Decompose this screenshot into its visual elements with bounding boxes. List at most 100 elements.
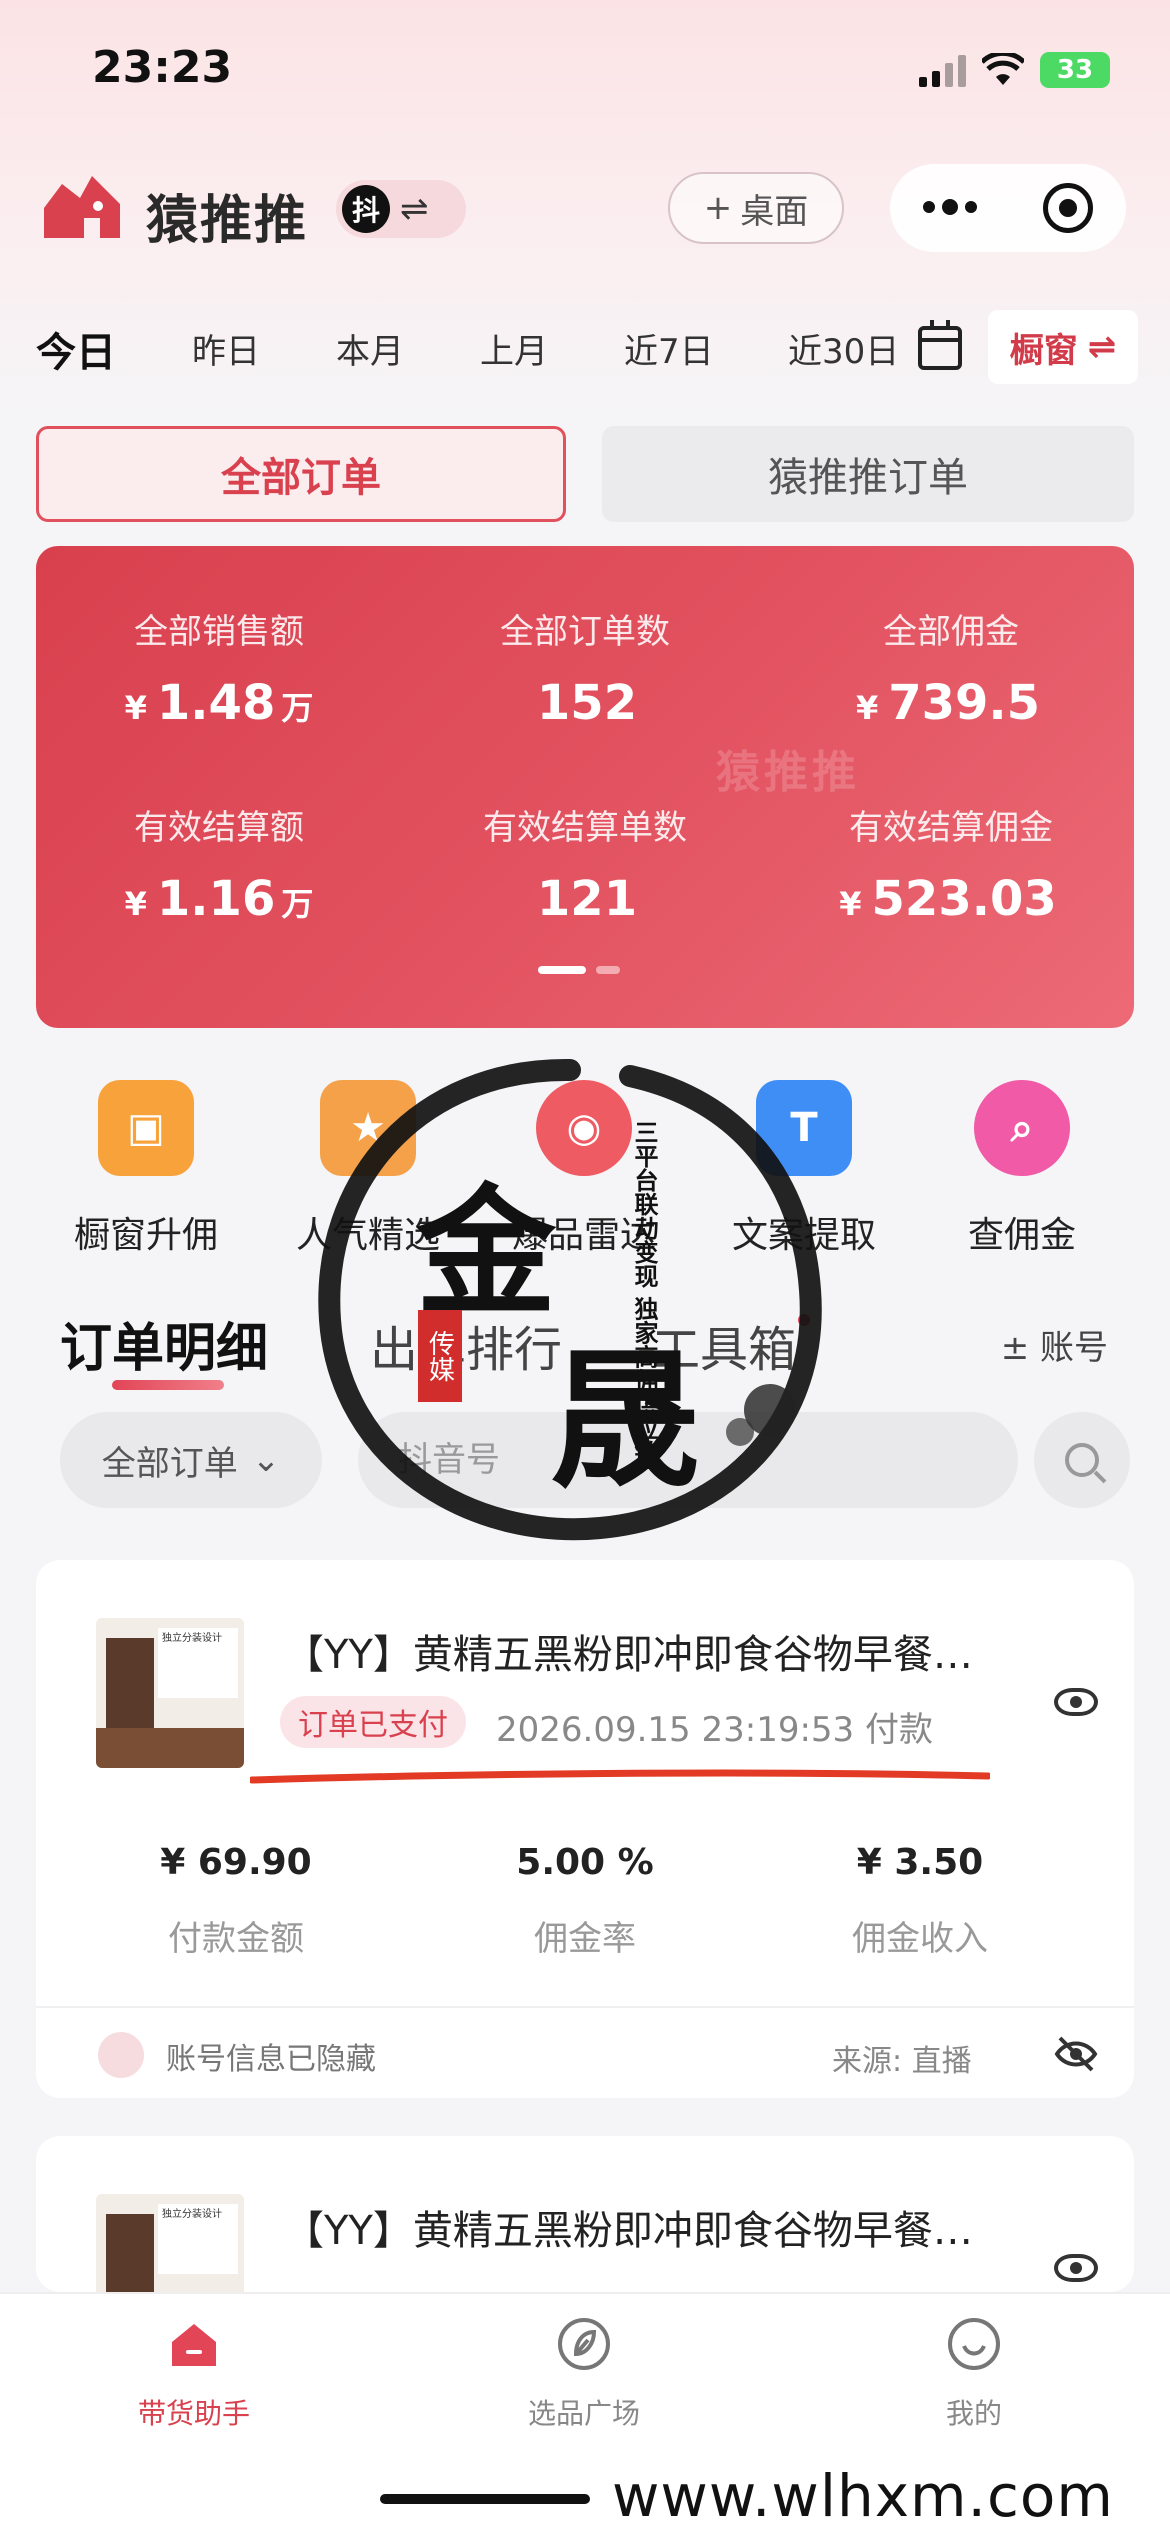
thumbnail-caption: 独立分装设计: [158, 1628, 238, 1698]
eye-off-icon[interactable]: [1054, 2034, 1098, 2074]
date-range-tabs: 今日 昨日 本月 上月 近7日 近30日 橱窗 ⇌: [0, 310, 1170, 390]
metric-commission: ¥ 3.50 佣金收入: [770, 1842, 1070, 1960]
tab-order-detail[interactable]: 订单明细: [60, 1306, 268, 1381]
stat-label: 全部销售额: [134, 612, 304, 652]
tab-today[interactable]: 今日: [36, 320, 116, 378]
battery-indicator: 33: [1040, 52, 1110, 88]
leaf-icon: [558, 2318, 610, 2370]
tab-last-30-days[interactable]: 近30日: [788, 324, 899, 373]
tab-last-month[interactable]: 上月: [480, 324, 548, 373]
tab-order-ranking[interactable]: 出单排行: [370, 1310, 562, 1380]
stat-settled-amount: 有效结算额 ¥1.16 万: [36, 800, 402, 927]
signal-icon: [919, 53, 966, 87]
douyin-id-input[interactable]: [358, 1412, 1018, 1508]
tool-shortcuts: ▣ 橱窗升佣 ★ 人气精选 ◉ 爆品雷达 T 文案提取 ⌕ 查佣金: [0, 1080, 1170, 1280]
metric-value: ¥ 3.50: [856, 1842, 984, 1883]
home-icon: [172, 2324, 216, 2366]
section-tabs: 订单明细 出单排行 工具箱 ± 账号: [0, 1300, 1170, 1400]
showcase-toggle[interactable]: 橱窗 ⇌: [988, 310, 1138, 384]
stat-value: 121: [536, 871, 638, 927]
avatar: [98, 2032, 144, 2078]
calendar-icon[interactable]: [918, 320, 962, 370]
status-badge: 订单已支付: [280, 1696, 466, 1748]
metric-rate: 5.00 % 佣金率: [435, 1842, 735, 1960]
account-hidden-note: 账号信息已隐藏: [166, 2042, 376, 2077]
stat-label: 全部佣金: [883, 612, 1019, 652]
nav-sales-assistant[interactable]: 带货助手: [74, 2316, 314, 2432]
order-card[interactable]: 独立分装设计 【YY】黄精五黑粉即冲即食谷物早餐… 订单已支付 2026.09.…: [36, 1560, 1134, 2098]
tool-copy-extract[interactable]: T 文案提取: [694, 1080, 914, 1258]
account-button[interactable]: ± 账号: [1001, 1320, 1108, 1369]
nav-product-plaza[interactable]: 选品广场: [464, 2316, 704, 2432]
nav-label: 我的: [945, 2397, 1002, 2430]
medal-icon: ★: [320, 1080, 416, 1176]
nav-label: 带货助手: [137, 2397, 250, 2430]
metric-label: 付款金额: [168, 1919, 304, 1959]
search-icon: [1065, 1443, 1099, 1477]
filter-select-label: 全部订单: [101, 1443, 238, 1484]
stat-value: ¥1.16 万: [124, 871, 314, 927]
metric-payment: ¥ 69.90 付款金额: [86, 1842, 386, 1960]
stat-value: ¥523.03: [839, 871, 1057, 927]
more-icon[interactable]: [923, 199, 977, 215]
close-target-icon[interactable]: [1043, 183, 1093, 233]
showcase-label: 橱窗: [1009, 330, 1078, 371]
smile-icon: [948, 2318, 1000, 2370]
tab-this-month[interactable]: 本月: [336, 324, 404, 373]
site-url-watermark: www.wlhxm.com: [612, 2462, 1114, 2530]
order-card-footer: 账号信息已隐藏 来源: 直播: [36, 2006, 1134, 2098]
payment-time: 2026.09.15 23:19:53 付款: [496, 1710, 933, 1750]
order-card[interactable]: 独立分装设计 【YY】黄精五黑粉即冲即食谷物早餐…: [36, 2136, 1134, 2292]
tool-popular-picks[interactable]: ★ 人气精选: [258, 1080, 478, 1258]
eye-icon[interactable]: [1054, 2254, 1098, 2282]
app-logo-icon: [44, 176, 120, 238]
metric-value: ¥ 69.90: [160, 1842, 312, 1883]
plus-icon: +: [703, 188, 733, 228]
order-filter-select[interactable]: 全部订单 ⌄: [60, 1412, 322, 1508]
stats-card[interactable]: 猿推推 全部销售额 ¥1.48 万 全部订单数 152 全部佣金 ¥739.5 有…: [36, 546, 1134, 1028]
metric-label: 佣金率: [534, 1919, 636, 1959]
active-tab-underline: [112, 1380, 224, 1390]
stat-label: 有效结算佣金: [849, 808, 1053, 848]
stat-total-sales: 全部销售额 ¥1.48 万: [36, 604, 402, 731]
tool-label: 查佣金: [967, 1215, 1076, 1256]
order-type-switch: 全部订单 猿推推订单: [36, 426, 1134, 522]
order-source: 来源: 直播: [832, 2044, 972, 2079]
stat-label: 有效结算额: [134, 808, 304, 848]
carousel-pager: [538, 966, 620, 974]
douyin-icon: 抖: [342, 185, 390, 233]
eye-icon[interactable]: [1054, 1688, 1098, 1716]
platform-switch[interactable]: 抖 ⇌: [336, 180, 466, 238]
nav-label: 选品广场: [527, 2397, 640, 2430]
product-thumbnail: 独立分装设计: [96, 1618, 244, 1768]
stat-label: 有效结算单数: [483, 808, 687, 848]
product-thumbnail: 独立分装设计: [96, 2194, 244, 2292]
status-icons: 33: [919, 52, 1110, 88]
tool-check-commission[interactable]: ⌕ 查佣金: [912, 1080, 1132, 1258]
red-pen-underline: [250, 1769, 990, 1784]
swap-icon: ⇌: [400, 189, 429, 229]
stat-value: ¥1.48 万: [124, 675, 314, 731]
app-header: 猿推推 抖 ⇌ + 桌面: [0, 160, 1170, 260]
all-orders-button[interactable]: 全部订单: [36, 426, 566, 522]
stat-total-orders: 全部订单数 152: [402, 604, 768, 731]
app-name: 猿推推: [146, 191, 309, 251]
app-orders-button[interactable]: 猿推推订单: [602, 426, 1134, 522]
product-title: 【YY】黄精五黑粉即冲即食谷物早餐…: [284, 1632, 973, 1678]
chevron-down-icon: ⌄: [251, 1440, 281, 1480]
tab-yesterday[interactable]: 昨日: [192, 324, 260, 373]
tool-showcase-upgrade[interactable]: ▣ 橱窗升佣: [36, 1080, 256, 1258]
tab-last-7-days[interactable]: 近7日: [624, 324, 714, 373]
tool-label: 爆品雷达: [511, 1215, 656, 1256]
card-watermark: 猿推推: [716, 747, 860, 798]
tool-hot-radar[interactable]: ◉ 爆品雷达: [474, 1080, 694, 1258]
swap-icon: ⇌: [1087, 327, 1117, 367]
desktop-button-label: 桌面: [740, 191, 809, 232]
tab-toolbox[interactable]: 工具箱: [652, 1310, 796, 1380]
nav-mine[interactable]: 我的: [854, 2316, 1094, 2432]
store-icon: ▣: [98, 1080, 194, 1176]
search-button[interactable]: [1034, 1412, 1130, 1508]
add-to-desktop-button[interactable]: + 桌面: [668, 172, 844, 244]
status-bar: 23:23 33: [0, 0, 1170, 140]
stat-value: ¥739.5: [855, 675, 1041, 731]
